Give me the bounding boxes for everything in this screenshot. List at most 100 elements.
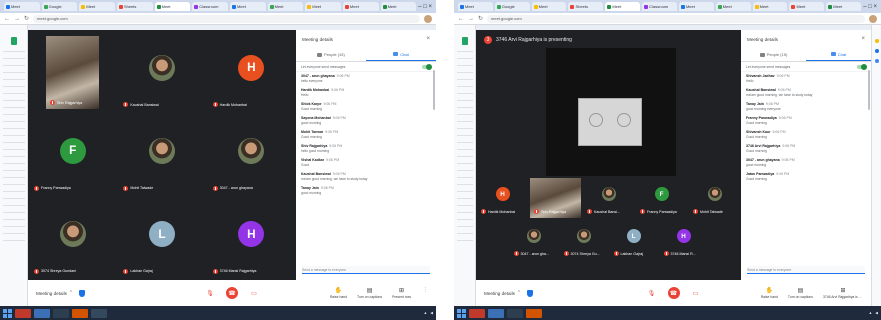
windows-start-icon[interactable] — [3, 308, 12, 318]
browser-tab[interactable]: Meet — [305, 2, 341, 11]
chevron-up-icon[interactable]: ⌃ — [69, 290, 73, 296]
browser-tab[interactable]: Meet — [789, 2, 825, 11]
raise-hand-button[interactable]: ✋ Raise hand — [330, 287, 347, 299]
participant-tile[interactable]: Shiv Rajgarhiya — [46, 36, 100, 110]
browser-tab[interactable]: Meet — [678, 2, 714, 11]
taskbar-app-3[interactable] — [507, 308, 523, 318]
mic-off-icon[interactable]: 🎙 — [646, 287, 658, 299]
security-shield-icon[interactable] — [79, 289, 86, 297]
network-icon[interactable]: ▲ — [424, 311, 428, 315]
security-shield-icon[interactable] — [527, 289, 534, 297]
meeting-details-button[interactable]: Meeting details — [484, 291, 515, 296]
url-field[interactable]: meet.google.com — [487, 14, 865, 23]
mic-off-icon[interactable]: 🎙 — [204, 287, 216, 299]
participant-tile[interactable]: H 3746 Mansi R... — [659, 220, 708, 260]
close-icon[interactable]: × — [426, 36, 430, 42]
profile-avatar[interactable] — [869, 14, 877, 23]
browser-tab[interactable]: Meet — [342, 2, 379, 11]
browser-tab[interactable]: Meet — [826, 2, 862, 11]
raise-hand-button[interactable]: ✋ Raise hand — [761, 287, 778, 299]
browser-tab[interactable]: Meet — [605, 2, 641, 11]
browser-tab[interactable]: Google — [494, 2, 530, 11]
network-icon[interactable]: ▲ — [869, 311, 873, 315]
participant-tile[interactable]: H 3746 Mansi Rajgarhiya — [208, 198, 294, 278]
tasks-icon[interactable] — [875, 49, 879, 53]
end-call-icon[interactable]: ☎ — [667, 287, 680, 299]
tab-people[interactable]: People (15) — [741, 48, 806, 61]
participant-tile[interactable]: H Hardik Mohanbai — [477, 178, 528, 218]
window-controls[interactable]: – □ × — [863, 4, 877, 10]
participant-tile[interactable]: Mohit Talwade — [119, 115, 205, 195]
browser-tab[interactable]: Classroom — [642, 2, 677, 11]
reload-icon[interactable]: ↻ — [478, 15, 483, 22]
calendar-icon[interactable] — [875, 59, 879, 63]
captions-button[interactable]: ▤ Turn on captions — [788, 287, 813, 299]
taskbar-app-2[interactable] — [34, 308, 50, 318]
back-icon[interactable]: ← — [458, 16, 464, 22]
close-icon[interactable]: × — [861, 36, 865, 42]
captions-button[interactable]: ▤ Turn on captions — [357, 287, 382, 299]
url-field[interactable]: meet.google.com — [33, 14, 420, 23]
present-now-button[interactable]: ⊞ Present now — [392, 287, 411, 299]
tab-people[interactable]: People (15) — [296, 48, 366, 61]
participant-tile[interactable]: 3074 Shreya Gu... — [559, 220, 608, 260]
browser-tab[interactable]: Meet — [380, 2, 417, 11]
volume-icon[interactable]: ◀ — [875, 311, 878, 315]
browser-tab[interactable]: Meet — [4, 2, 40, 11]
browser-tab[interactable]: Meet — [458, 2, 493, 11]
allow-messages-toggle[interactable] — [422, 63, 432, 70]
participant-tile[interactable]: Shiv Rajgarhiya — [530, 178, 581, 218]
participant-tile[interactable]: F Franny Panwadiya — [30, 115, 116, 195]
browser-tab[interactable]: Meet — [715, 2, 751, 11]
keep-icon[interactable] — [875, 39, 879, 43]
browser-tab[interactable]: Meet — [154, 2, 191, 11]
meeting-details-button[interactable]: Meeting details — [36, 291, 67, 296]
browser-tab[interactable]: Meet — [79, 2, 115, 11]
chat-scrollbar[interactable] — [868, 70, 870, 110]
message-input[interactable]: Send a message to everyone — [302, 266, 430, 274]
chevron-up-icon[interactable]: ⌃ — [517, 290, 521, 296]
volume-icon[interactable]: ◀ — [430, 311, 433, 315]
forward-icon[interactable]: → — [468, 16, 474, 22]
participant-tile[interactable]: L Lakhan Gajraj — [119, 198, 205, 278]
browser-tab[interactable]: Google — [41, 2, 78, 11]
participant-tile[interactable]: H Hardik Mohanbai — [208, 32, 294, 112]
forward-icon[interactable]: → — [14, 16, 20, 22]
taskbar-app-3[interactable] — [53, 308, 69, 318]
camera-off-icon[interactable]: ▭ — [248, 287, 260, 299]
taskbar-app-2[interactable] — [488, 308, 504, 318]
browser-tab[interactable]: Meet — [752, 2, 788, 11]
profile-avatar[interactable] — [424, 14, 432, 23]
browser-tab[interactable]: Sheets — [116, 2, 153, 11]
taskbar-app-5[interactable] — [91, 308, 107, 318]
participant-tile[interactable]: F Franny Panwadiya — [636, 178, 687, 218]
participant-tile[interactable]: Mohit Talwade — [689, 178, 740, 218]
taskbar-app-1[interactable] — [15, 308, 31, 318]
browser-tab[interactable]: Sheets — [568, 2, 604, 11]
end-call-icon[interactable]: ☎ — [226, 287, 238, 299]
browser-tab[interactable]: Meet — [531, 2, 567, 11]
back-icon[interactable]: ← — [4, 16, 10, 22]
camera-off-icon[interactable]: ▭ — [690, 287, 702, 299]
allow-messages-toggle[interactable] — [857, 63, 867, 70]
reload-icon[interactable]: ↻ — [24, 15, 29, 22]
participant-tile[interactable]: 3047 - arun gha... — [509, 220, 558, 260]
browser-tab[interactable]: Meet — [267, 2, 304, 11]
participant-tile[interactable]: 3074 Shreya Gundani — [30, 198, 116, 278]
participant-tile[interactable]: Kaushal Bansi... — [583, 178, 634, 218]
message-input[interactable]: Send a message to everyone — [747, 266, 865, 274]
browser-tab[interactable]: Meet — [229, 2, 266, 11]
more-options-icon[interactable]: ⋮ — [423, 287, 428, 299]
presenting-button[interactable]: ⊞3746 Arvi Rajgarhiya is presenting — [823, 287, 863, 299]
windows-start-icon[interactable] — [457, 308, 466, 318]
taskbar-app-1[interactable] — [469, 308, 485, 318]
tab-chat[interactable]: Chat — [806, 48, 871, 61]
participant-tile[interactable]: L Lakhan Gajraj — [609, 220, 658, 260]
tab-chat[interactable]: Chat — [366, 48, 436, 61]
browser-tab[interactable]: Classroom — [192, 2, 228, 11]
taskbar-app-4[interactable] — [526, 308, 542, 318]
window-controls[interactable]: – □ × — [418, 4, 432, 10]
taskbar-app-4[interactable] — [72, 308, 88, 318]
chat-scrollbar[interactable] — [433, 70, 435, 110]
participant-tile[interactable]: Kaushal Bansiwal — [119, 32, 205, 112]
